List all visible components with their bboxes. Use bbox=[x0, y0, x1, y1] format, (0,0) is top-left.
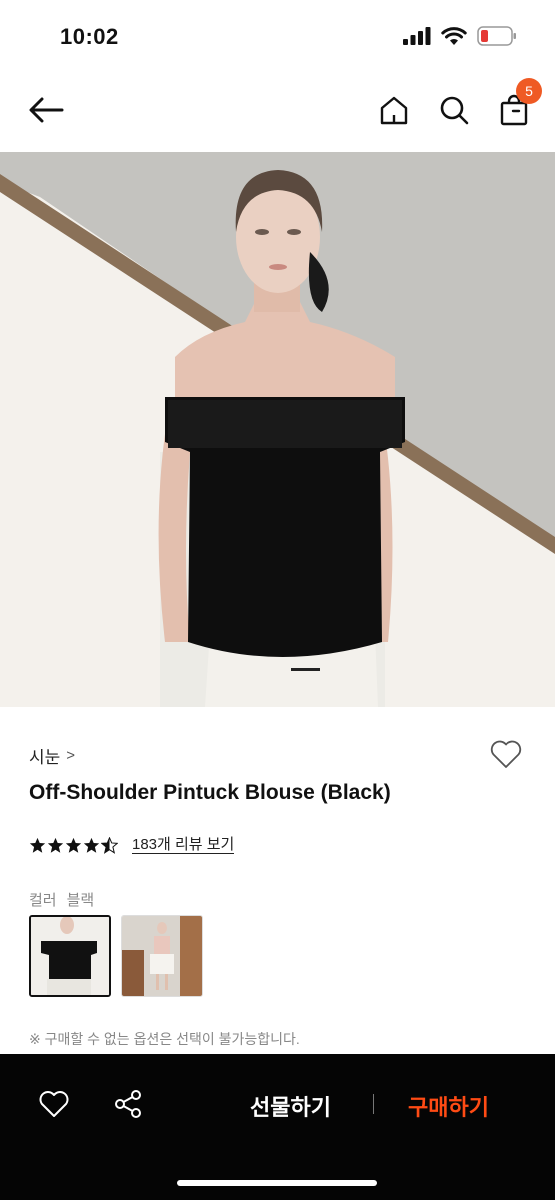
product-image[interactable] bbox=[0, 152, 555, 707]
color-label: 컬러 bbox=[29, 892, 57, 909]
nav-bar: 5 bbox=[0, 70, 555, 152]
image-page-indicator bbox=[291, 668, 320, 671]
gift-button[interactable]: 선물하기 bbox=[250, 1090, 331, 1122]
search-button[interactable] bbox=[436, 92, 472, 128]
rating-row: 183개 리뷰 보기 bbox=[29, 837, 235, 854]
cart-count-badge: 5 bbox=[516, 78, 542, 104]
battery-icon bbox=[477, 26, 516, 46]
button-divider bbox=[373, 1094, 374, 1114]
bottom-action-bar: 선물하기 구매하기 bbox=[0, 1054, 555, 1200]
rating-stars bbox=[29, 837, 118, 854]
option-notice: ※ 구매할 수 없는 옵션은 선택이 불가능합니다. bbox=[29, 1031, 300, 1047]
swatch-black-image bbox=[31, 917, 109, 995]
heart-icon bbox=[39, 1091, 69, 1117]
back-arrow-icon bbox=[29, 97, 64, 123]
star-icon bbox=[47, 837, 64, 853]
status-icons bbox=[403, 26, 517, 46]
heart-icon bbox=[490, 740, 522, 768]
wifi-icon bbox=[441, 26, 467, 45]
color-swatches bbox=[29, 915, 203, 997]
search-icon bbox=[440, 96, 469, 125]
half-star-icon bbox=[101, 837, 118, 854]
swatch-pink-image bbox=[122, 916, 202, 996]
swatch-black[interactable] bbox=[29, 915, 111, 997]
home-icon bbox=[380, 96, 408, 125]
chevron-right-icon: > bbox=[66, 747, 76, 764]
home-indicator bbox=[177, 1180, 377, 1186]
status-time: 10:02 bbox=[60, 24, 119, 49]
status-bar: 10:02 bbox=[0, 0, 555, 70]
signal-icon bbox=[403, 27, 431, 45]
product-photo bbox=[0, 152, 555, 707]
back-button[interactable] bbox=[26, 92, 66, 128]
product-title: Off-Shoulder Pintuck Blouse (Black) bbox=[29, 781, 391, 804]
swatch-pink[interactable] bbox=[121, 915, 203, 997]
home-button[interactable] bbox=[376, 92, 412, 128]
brand-name: 시눈 bbox=[29, 748, 61, 767]
color-value: 블랙 bbox=[66, 892, 95, 909]
buy-button[interactable]: 구매하기 bbox=[408, 1090, 489, 1122]
brand-link[interactable]: 시눈 > bbox=[29, 743, 75, 768]
bottom-wishlist-button[interactable] bbox=[38, 1088, 70, 1120]
star-icon bbox=[83, 837, 100, 853]
review-link[interactable]: 183개 리뷰 보기 bbox=[132, 837, 235, 854]
color-option-label: 컬러 블랙 bbox=[29, 889, 94, 910]
cart-button[interactable]: 5 bbox=[496, 78, 542, 128]
share-icon bbox=[115, 1090, 141, 1118]
share-button[interactable] bbox=[112, 1088, 144, 1120]
wishlist-button[interactable] bbox=[489, 737, 523, 771]
star-icon bbox=[65, 837, 82, 853]
star-icon bbox=[29, 837, 46, 853]
